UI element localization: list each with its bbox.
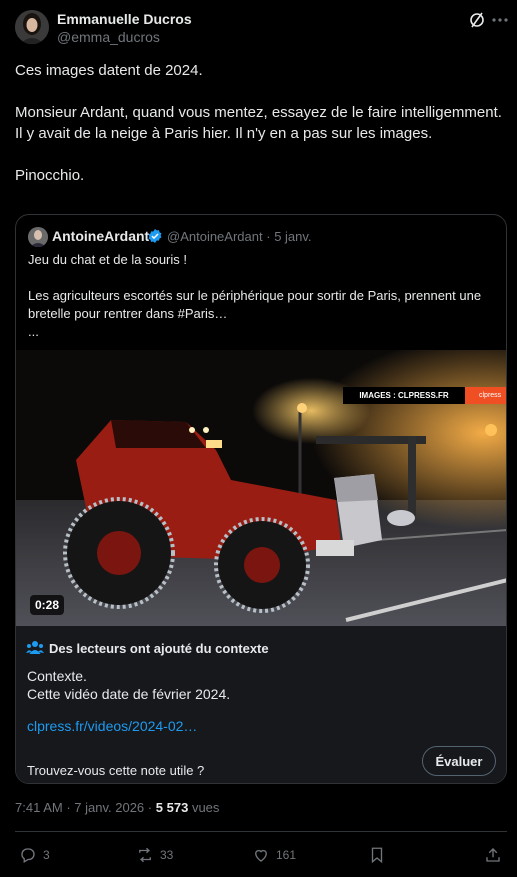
grok-icon[interactable] bbox=[467, 10, 487, 30]
tweet-meta: 7:41 AM · 7 janv. 2026 · 5 573 vues bbox=[15, 800, 219, 815]
reply-button[interactable]: 3 bbox=[19, 844, 50, 866]
quote-date[interactable]: 5 janv. bbox=[274, 229, 311, 244]
like-icon bbox=[255, 849, 267, 862]
tweet-time[interactable]: 7:41 AM bbox=[15, 800, 63, 815]
quote-author-name[interactable]: AntoineArdant bbox=[52, 228, 149, 244]
repost-count: 33 bbox=[160, 848, 174, 862]
views-label: vues bbox=[191, 800, 220, 815]
reply-count: 3 bbox=[43, 848, 50, 862]
author-name[interactable]: Emmanuelle Ducros bbox=[57, 11, 192, 27]
community-notes-icon bbox=[26, 640, 44, 656]
tweet-text: Ces images datent de 2024. Monsieur Arda… bbox=[15, 62, 502, 184]
repost-icon bbox=[139, 847, 151, 863]
meta-separator: · bbox=[66, 800, 71, 815]
bookmark-button[interactable] bbox=[368, 844, 392, 866]
video-watermark: IMAGES : CLPRESS.FR bbox=[343, 387, 465, 404]
meta-separator: · bbox=[147, 800, 153, 815]
like-count: 161 bbox=[276, 848, 297, 862]
note-title: Des lecteurs ont ajouté du contexte bbox=[49, 641, 269, 656]
video-duration: 0:28 bbox=[30, 595, 65, 615]
like-button[interactable]: 161 bbox=[252, 844, 296, 866]
rate-note-button[interactable]: Évaluer bbox=[422, 746, 496, 776]
video-player[interactable]: IMAGES : CLPRESS.FR clpress 0:28 bbox=[16, 350, 506, 626]
views-count: 5 573 bbox=[155, 800, 189, 815]
watermark-logo: clpress bbox=[465, 387, 506, 404]
action-bar: 3 33 161 bbox=[0, 840, 517, 870]
divider bbox=[15, 831, 507, 832]
tweet-date[interactable]: 7 janv. 2026 bbox=[74, 800, 144, 815]
note-body: Contexte. Cette vidéo date de février 20… bbox=[27, 668, 231, 702]
note-question: Trouvez-vous cette note utile ? bbox=[27, 763, 205, 778]
quote-handle[interactable]: @AntoineArdant bbox=[167, 229, 263, 244]
quoted-tweet[interactable]: AntoineArdant @AntoineArdant · 5 janv. J… bbox=[15, 214, 507, 784]
quote-author-avatar[interactable] bbox=[28, 227, 48, 247]
note-link[interactable]: clpress.fr/videos/2024-02… bbox=[27, 718, 197, 734]
author-handle[interactable]: @emma_ducros bbox=[57, 29, 160, 45]
tweet-header: Emmanuelle Ducros @emma_ducros bbox=[0, 0, 517, 54]
repost-button[interactable]: 33 bbox=[136, 844, 173, 866]
author-avatar[interactable] bbox=[15, 10, 49, 44]
community-note: Des lecteurs ont ajouté du contexte Cont… bbox=[16, 626, 506, 783]
more-icon[interactable] bbox=[490, 10, 510, 30]
verified-badge-icon bbox=[147, 228, 163, 244]
quote-text: Jeu du chat et de la souris ! Les agricu… bbox=[28, 252, 482, 339]
quote-separator: · bbox=[266, 229, 271, 244]
reply-icon bbox=[21, 848, 35, 863]
share-icon bbox=[486, 848, 500, 862]
quote-meta: @AntoineArdant · 5 janv. bbox=[167, 229, 312, 244]
bookmark-icon bbox=[371, 847, 383, 864]
share-button[interactable] bbox=[484, 844, 508, 866]
